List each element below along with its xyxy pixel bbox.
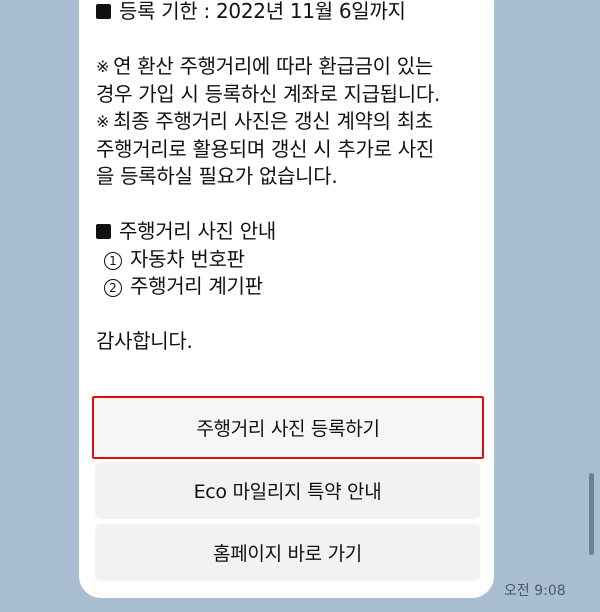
deadline-line: 등록 기한 : 2022년 11월 6일까지	[96, 0, 486, 26]
message-bubble: 등록 기한 : 2022년 11월 6일까지 ※ 연 환산 주행거리에 따라 환급…	[79, 0, 494, 598]
reference-mark-icon: ※	[96, 112, 110, 131]
photo-item: 1 자동차 번호판	[96, 246, 486, 274]
photo-guide-title: 주행거리 사진 안내	[96, 218, 486, 246]
chat-area: 등록 기한 : 2022년 11월 6일까지 ※ 연 환산 주행거리에 따라 환급…	[0, 0, 600, 612]
note2-line2: 주행거리로 활용되며 갱신 시 추가로 사진	[96, 136, 434, 161]
homepage-button[interactable]: 홈페이지 바로 가기	[95, 524, 480, 581]
note1-line2: 경우 가입 시 등록하신 계좌로 지급됩니다.	[96, 81, 441, 106]
message-text: 등록 기한 : 2022년 11월 6일까지 ※ 연 환산 주행거리에 따라 환급…	[96, 0, 486, 356]
register-photo-button[interactable]: 주행거리 사진 등록하기	[92, 396, 484, 459]
black-square-icon	[96, 224, 111, 239]
black-square-icon	[96, 4, 111, 19]
eco-mileage-button[interactable]: Eco 마일리지 특약 안내	[95, 462, 480, 519]
reference-mark-icon: ※	[96, 57, 110, 76]
closing-text: 감사합니다.	[96, 329, 193, 353]
message-timestamp: 오전 9:08	[504, 583, 566, 599]
circled-number-icon: 1	[104, 251, 122, 270]
note2-line3: 을 등록하실 필요가 없습니다.	[96, 164, 338, 188]
note1-line1: ※ 연 환산 주행거리에 따라 환급금이 있는	[96, 54, 433, 78]
circled-number-icon: 2	[104, 279, 122, 297]
scrollbar[interactable]	[589, 473, 594, 555]
deadline-text: 등록 기한 : 2022년 11월 6일까지	[119, 0, 406, 23]
photo-item: 2 주행거리 계기판	[96, 273, 486, 301]
note2-line1: ※ 최종 주행거리 사진은 갱신 계약의 최초	[96, 109, 433, 133]
